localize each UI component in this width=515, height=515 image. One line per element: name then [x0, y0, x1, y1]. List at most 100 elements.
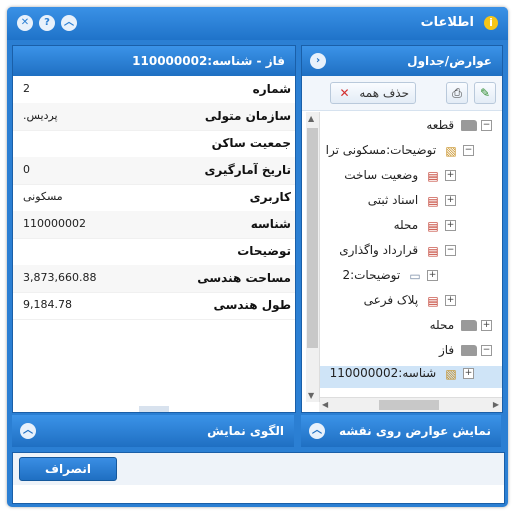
attribute-label: مساحت هندسی [197, 271, 291, 285]
details-panel-title: فاز - شناسه:110000002 [132, 54, 285, 68]
collapse-icon[interactable]: ︿ [61, 15, 77, 31]
scroll-right-icon[interactable]: ▶ [493, 400, 499, 409]
collapse-toggle-icon[interactable]: − [481, 120, 492, 131]
layers-toolbar: ✎ ⎙ حذف همه ✕ [302, 76, 502, 111]
expand-toggle-icon[interactable]: + [427, 270, 438, 281]
expand-toggle-icon[interactable]: + [481, 320, 492, 331]
show-on-map-panel[interactable]: نمایش عوارض روی نقشه ︿ [301, 415, 501, 447]
show-on-map-header[interactable]: نمایش عوارض روی نقشه ︿ [301, 415, 501, 447]
help-icon[interactable]: ? [39, 15, 55, 31]
tree-node[interactable]: + ▤ پلاک فرعی [364, 293, 456, 315]
vertical-scrollbar[interactable]: ▲ ▼ [306, 112, 320, 402]
layer-icon: ▤ [427, 218, 439, 233]
expand-toggle-icon[interactable]: + [445, 295, 456, 306]
export-button[interactable]: ✎ [474, 82, 496, 104]
tree-node[interactable]: −▤ قرارداد واگذاری [339, 243, 456, 265]
expand-toggle-icon[interactable]: + [463, 368, 474, 379]
attribute-value: 0 [23, 163, 30, 176]
attribute-value: مسکونی [23, 190, 63, 203]
layers-panel-header: عوارض/جداول › [302, 46, 502, 76]
resize-grip[interactable] [139, 406, 169, 412]
attribute-label: شناسه [250, 217, 291, 231]
folder-icon [461, 345, 477, 356]
attribute-label: تاریخ آمارگیری [204, 163, 291, 177]
table-row: توضیحات [13, 238, 295, 266]
action-bar-inner: انصراف [13, 453, 504, 485]
tree-node-label: شناسه:110000002 [329, 366, 437, 380]
feature-icon: ▧ [445, 143, 457, 158]
layer-icon: ▤ [427, 168, 439, 183]
tree-node[interactable]: −▧ توضیحات:مسکونی ترا [326, 143, 474, 165]
layer-icon: ▤ [427, 243, 439, 258]
tree-node[interactable]: + ▤ اسناد ثبتی [368, 193, 456, 215]
document-icon: ▭ [409, 268, 421, 283]
attribute-label: کاربری [249, 190, 291, 204]
tree-node[interactable]: − قطعه [426, 118, 492, 140]
clear-all-button[interactable]: حذف همه ✕ [330, 82, 416, 104]
expand-toggle-icon[interactable]: + [445, 195, 456, 206]
show-on-map-label: نمایش عوارض روی نقشه [339, 424, 491, 438]
table-row: طول هندسی 9,184.78 [13, 292, 295, 320]
attribute-label: طول هندسی [213, 298, 291, 312]
collapse-toggle-icon[interactable]: − [481, 345, 492, 356]
table-row: شناسه 110000002 [13, 211, 295, 239]
window-titlebar[interactable]: i اطلاعات ✕ ? ︿ [7, 7, 508, 40]
folder-icon [461, 120, 477, 131]
table-row: تاریخ آمارگیری 0 [13, 157, 295, 185]
expand-toggle-icon[interactable]: + [445, 220, 456, 231]
layer-icon: ▤ [427, 193, 439, 208]
print-button[interactable]: ⎙ [446, 82, 468, 104]
close-icon[interactable]: ✕ [17, 15, 33, 31]
details-panel-header: فاز - شناسه:110000002 [13, 46, 295, 76]
details-panel: فاز - شناسه:110000002 شماره 2 سازمان متو… [12, 45, 296, 413]
scroll-left-icon[interactable]: ◀ [322, 400, 328, 409]
scroll-down-icon[interactable]: ▼ [308, 391, 314, 400]
tree-node-label: قرارداد واگذاری [339, 243, 419, 257]
tree-node[interactable]: + ▭ توضیحات:2 [342, 268, 438, 290]
attribute-value: 2 [23, 82, 30, 95]
attribute-value: 110000002 [23, 217, 86, 230]
layer-icon: ▤ [427, 293, 439, 308]
tree-node-label: قطعه [426, 118, 455, 132]
display-pattern-label: الگوی نمایش [207, 424, 284, 438]
info-icon: i [484, 16, 498, 30]
tree-node[interactable]: + محله [430, 318, 492, 340]
feature-icon: ▧ [445, 366, 457, 381]
display-pattern-header[interactable]: الگوی نمایش ︿ [12, 415, 294, 447]
tree-node[interactable]: + ▤ محله [394, 218, 456, 240]
tree-node-label: محله [429, 318, 455, 332]
folder-icon [461, 320, 477, 331]
vertical-scroll-thumb[interactable] [307, 128, 318, 348]
tree-node-label: محله [393, 218, 419, 232]
layers-tree: − قطعه −▧ توضیحات:مسکونی ترا +▤ وضعیت سا… [302, 112, 502, 412]
display-pattern-panel[interactable]: الگوی نمایش ︿ [12, 415, 294, 447]
info-window: i اطلاعات ✕ ? ︿ عوارض/جداول › ✎ ⎙ حذف هم… [7, 7, 508, 507]
tree-node-label: پلاک فرعی [363, 293, 419, 307]
clear-all-label: حذف همه [359, 86, 409, 100]
tree-node-label: توضیحات:مسکونی ترا [325, 143, 437, 157]
layers-panel-title: عوارض/جداول [407, 54, 492, 68]
scroll-up-icon[interactable]: ▲ [308, 114, 314, 123]
panel-collapse-icon[interactable]: › [310, 53, 326, 69]
tree-node-label: وضعیت ساخت [344, 168, 419, 182]
expand-icon[interactable]: ︿ [309, 423, 325, 439]
attribute-table: شماره 2 سازمان متولی .پردیس جمعیت ساکن ت… [13, 76, 295, 412]
delete-icon: ✕ [339, 86, 350, 100]
horizontal-scrollbar[interactable]: ◀ ▶ [319, 397, 502, 412]
tree-node[interactable]: − فاز [439, 343, 492, 365]
horizontal-scroll-thumb[interactable] [379, 400, 439, 410]
collapse-toggle-icon[interactable]: − [445, 245, 456, 256]
attribute-label: جمعیت ساکن [211, 136, 291, 150]
expand-icon[interactable]: ︿ [20, 423, 36, 439]
collapse-toggle-icon[interactable]: − [463, 145, 474, 156]
table-row: جمعیت ساکن [13, 130, 295, 158]
cancel-button[interactable]: انصراف [19, 457, 117, 481]
tree-node-selected[interactable]: + ▧ شناسه:110000002 [319, 366, 502, 388]
expand-toggle-icon[interactable]: + [445, 170, 456, 181]
table-row: مساحت هندسی 3,873,660.88 [13, 265, 295, 293]
attribute-label: شماره [252, 82, 291, 96]
tree-node[interactable]: + ▤ وضعیت ساخت [344, 168, 456, 190]
attribute-label: توضیحات [237, 244, 291, 258]
attribute-value: 3,873,660.88 [23, 271, 97, 284]
table-row: سازمان متولی .پردیس [13, 103, 295, 131]
